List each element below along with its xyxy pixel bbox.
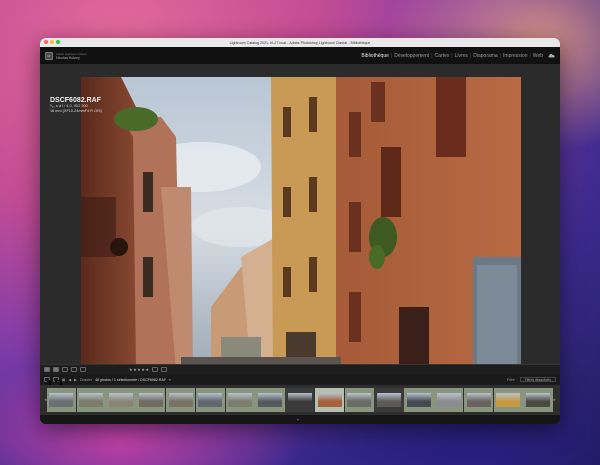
thumbnail-image: [257, 393, 282, 407]
thumbnail-image: [317, 393, 342, 407]
scroll-right-icon[interactable]: ▸: [553, 397, 556, 403]
rotate-right-button[interactable]: [161, 367, 168, 372]
user-name: Nicolas Hoizey: [56, 55, 80, 60]
panel-toggle-icon[interactable]: ▾: [297, 417, 299, 422]
source-label[interactable]: Dossier: [80, 378, 92, 382]
filmstrip-navigation: 1 2 ▦ ◀ ▶ Dossier 46 photos / 1 sélectio…: [40, 375, 560, 395]
module-separator: |: [431, 52, 433, 59]
cloud-sync-icon[interactable]: [548, 53, 555, 58]
thumbnail-image: [496, 393, 521, 407]
module-picker: Bibliothèque | Développement | Cartes | …: [361, 53, 555, 59]
primary-window-button[interactable]: 1: [44, 377, 54, 395]
main-photo[interactable]: [81, 77, 521, 371]
thumbnail-list: [46, 387, 554, 413]
thumbnail-image: [526, 393, 551, 407]
filmstrip-thumbnail[interactable]: [225, 388, 255, 412]
compare-view-button[interactable]: [62, 367, 68, 372]
filmstrip-thumbnail[interactable]: [404, 388, 434, 412]
identity-plate: Adobe Lightroom Classic Nicolas Hoizey: [56, 52, 87, 60]
window-title: Lightroom Catalog 2021-10-27.lrcat - Ado…: [229, 40, 371, 45]
rating-stars[interactable]: ★★★★★: [129, 367, 149, 372]
lens-info: 16 mm (XF10-24mmF4 R OIS): [50, 109, 102, 113]
window-controls: [44, 40, 60, 44]
selection-summary[interactable]: 46 photos / 1 sélectionnée / DSCF6082.RA…: [95, 378, 166, 382]
filter-controls: Filtre : Filtres désactivés: [507, 377, 556, 382]
lightroom-logo: Lr: [45, 51, 53, 60]
filmstrip-thumbnail[interactable]: [314, 388, 345, 412]
filmstrip-thumbnail[interactable]: [285, 388, 315, 412]
grid-icon[interactable]: ▦: [62, 378, 65, 382]
module-separator: |: [469, 52, 472, 59]
module-separator: |: [390, 52, 393, 59]
forward-arrow-icon[interactable]: ▶: [74, 378, 77, 382]
back-arrow-icon[interactable]: ◀: [68, 378, 71, 382]
people-view-button[interactable]: [80, 367, 86, 372]
thumbnail-image: [377, 393, 402, 407]
chevron-down-icon[interactable]: ▾: [169, 378, 171, 382]
thumbnail-image: [138, 393, 163, 407]
module-separator: |: [529, 52, 531, 59]
zoom-button[interactable]: [56, 40, 60, 44]
title-bar[interactable]: Lightroom Catalog 2021-10-27.lrcat - Ado…: [40, 38, 560, 47]
grid-view-button[interactable]: [44, 367, 50, 372]
filmstrip-thumbnail[interactable]: [136, 388, 166, 412]
minimize-button[interactable]: [50, 40, 54, 44]
module-map[interactable]: Cartes: [435, 53, 450, 59]
filmstrip-thumbnail[interactable]: [463, 388, 494, 412]
filmstrip-thumbnail[interactable]: [374, 388, 404, 412]
identity-plate-bar: Lr Adobe Lightroom Classic Nicolas Hoize…: [40, 47, 560, 65]
loupe-view[interactable]: DSCF6082.RAF ¹⁄₆₀ s à f / 4,0, ISO 200 1…: [40, 65, 560, 371]
filmstrip: ◂ ▸: [40, 385, 560, 415]
loupe-view-button[interactable]: [53, 367, 59, 372]
thumbnail-image: [198, 393, 223, 407]
filmstrip-thumbnail[interactable]: [46, 388, 77, 412]
thumbnail-image: [49, 393, 74, 407]
module-develop[interactable]: Développement: [394, 53, 429, 59]
filmstrip-thumbnail[interactable]: [165, 388, 196, 412]
filmstrip-thumbnail[interactable]: [195, 388, 225, 412]
secondary-window-button[interactable]: 2: [53, 377, 63, 395]
thumbnail-image: [287, 393, 312, 407]
filter-label: Filtre :: [506, 377, 517, 382]
filmstrip-thumbnail[interactable]: [255, 388, 285, 412]
module-library[interactable]: Bibliothèque: [361, 53, 389, 59]
module-slideshow[interactable]: Diaporama: [473, 53, 497, 59]
filmstrip-thumbnail[interactable]: [344, 388, 374, 412]
thumbnail-image: [228, 393, 253, 407]
lightroom-window: Lightroom Catalog 2021-10-27.lrcat - Ado…: [40, 38, 560, 424]
survey-view-button[interactable]: [71, 367, 77, 372]
bottom-panel-bar: ▾: [40, 415, 560, 424]
module-book[interactable]: Livres: [455, 53, 468, 59]
thumbnail-image: [406, 393, 431, 407]
module-web[interactable]: Web: [533, 53, 543, 59]
thumbnail-image: [436, 393, 461, 407]
loupe-toolbar: ★★★★★: [40, 364, 560, 374]
rotate-left-button[interactable]: [152, 367, 159, 372]
module-separator: |: [451, 52, 453, 59]
info-overlay: DSCF6082.RAF ¹⁄₆₀ s à f / 4,0, ISO 200 1…: [50, 97, 102, 114]
file-name: DSCF6082.RAF: [50, 97, 101, 104]
filmstrip-thumbnail[interactable]: [493, 388, 523, 412]
thumbnail-image: [108, 393, 133, 407]
module-print[interactable]: Impression: [503, 53, 527, 59]
thumbnail-image: [168, 393, 193, 407]
filmstrip-thumbnail[interactable]: [434, 388, 464, 412]
thumbnail-image: [347, 393, 372, 407]
thumbnail-image: [79, 393, 104, 407]
filmstrip-thumbnail[interactable]: [76, 388, 106, 412]
filter-select[interactable]: Filtres désactivés: [519, 377, 556, 382]
thumbnail-image: [466, 393, 491, 407]
filmstrip-thumbnail[interactable]: [523, 388, 553, 412]
filmstrip-thumbnail[interactable]: [106, 388, 136, 412]
module-separator: |: [499, 52, 502, 59]
close-button[interactable]: [44, 40, 48, 44]
